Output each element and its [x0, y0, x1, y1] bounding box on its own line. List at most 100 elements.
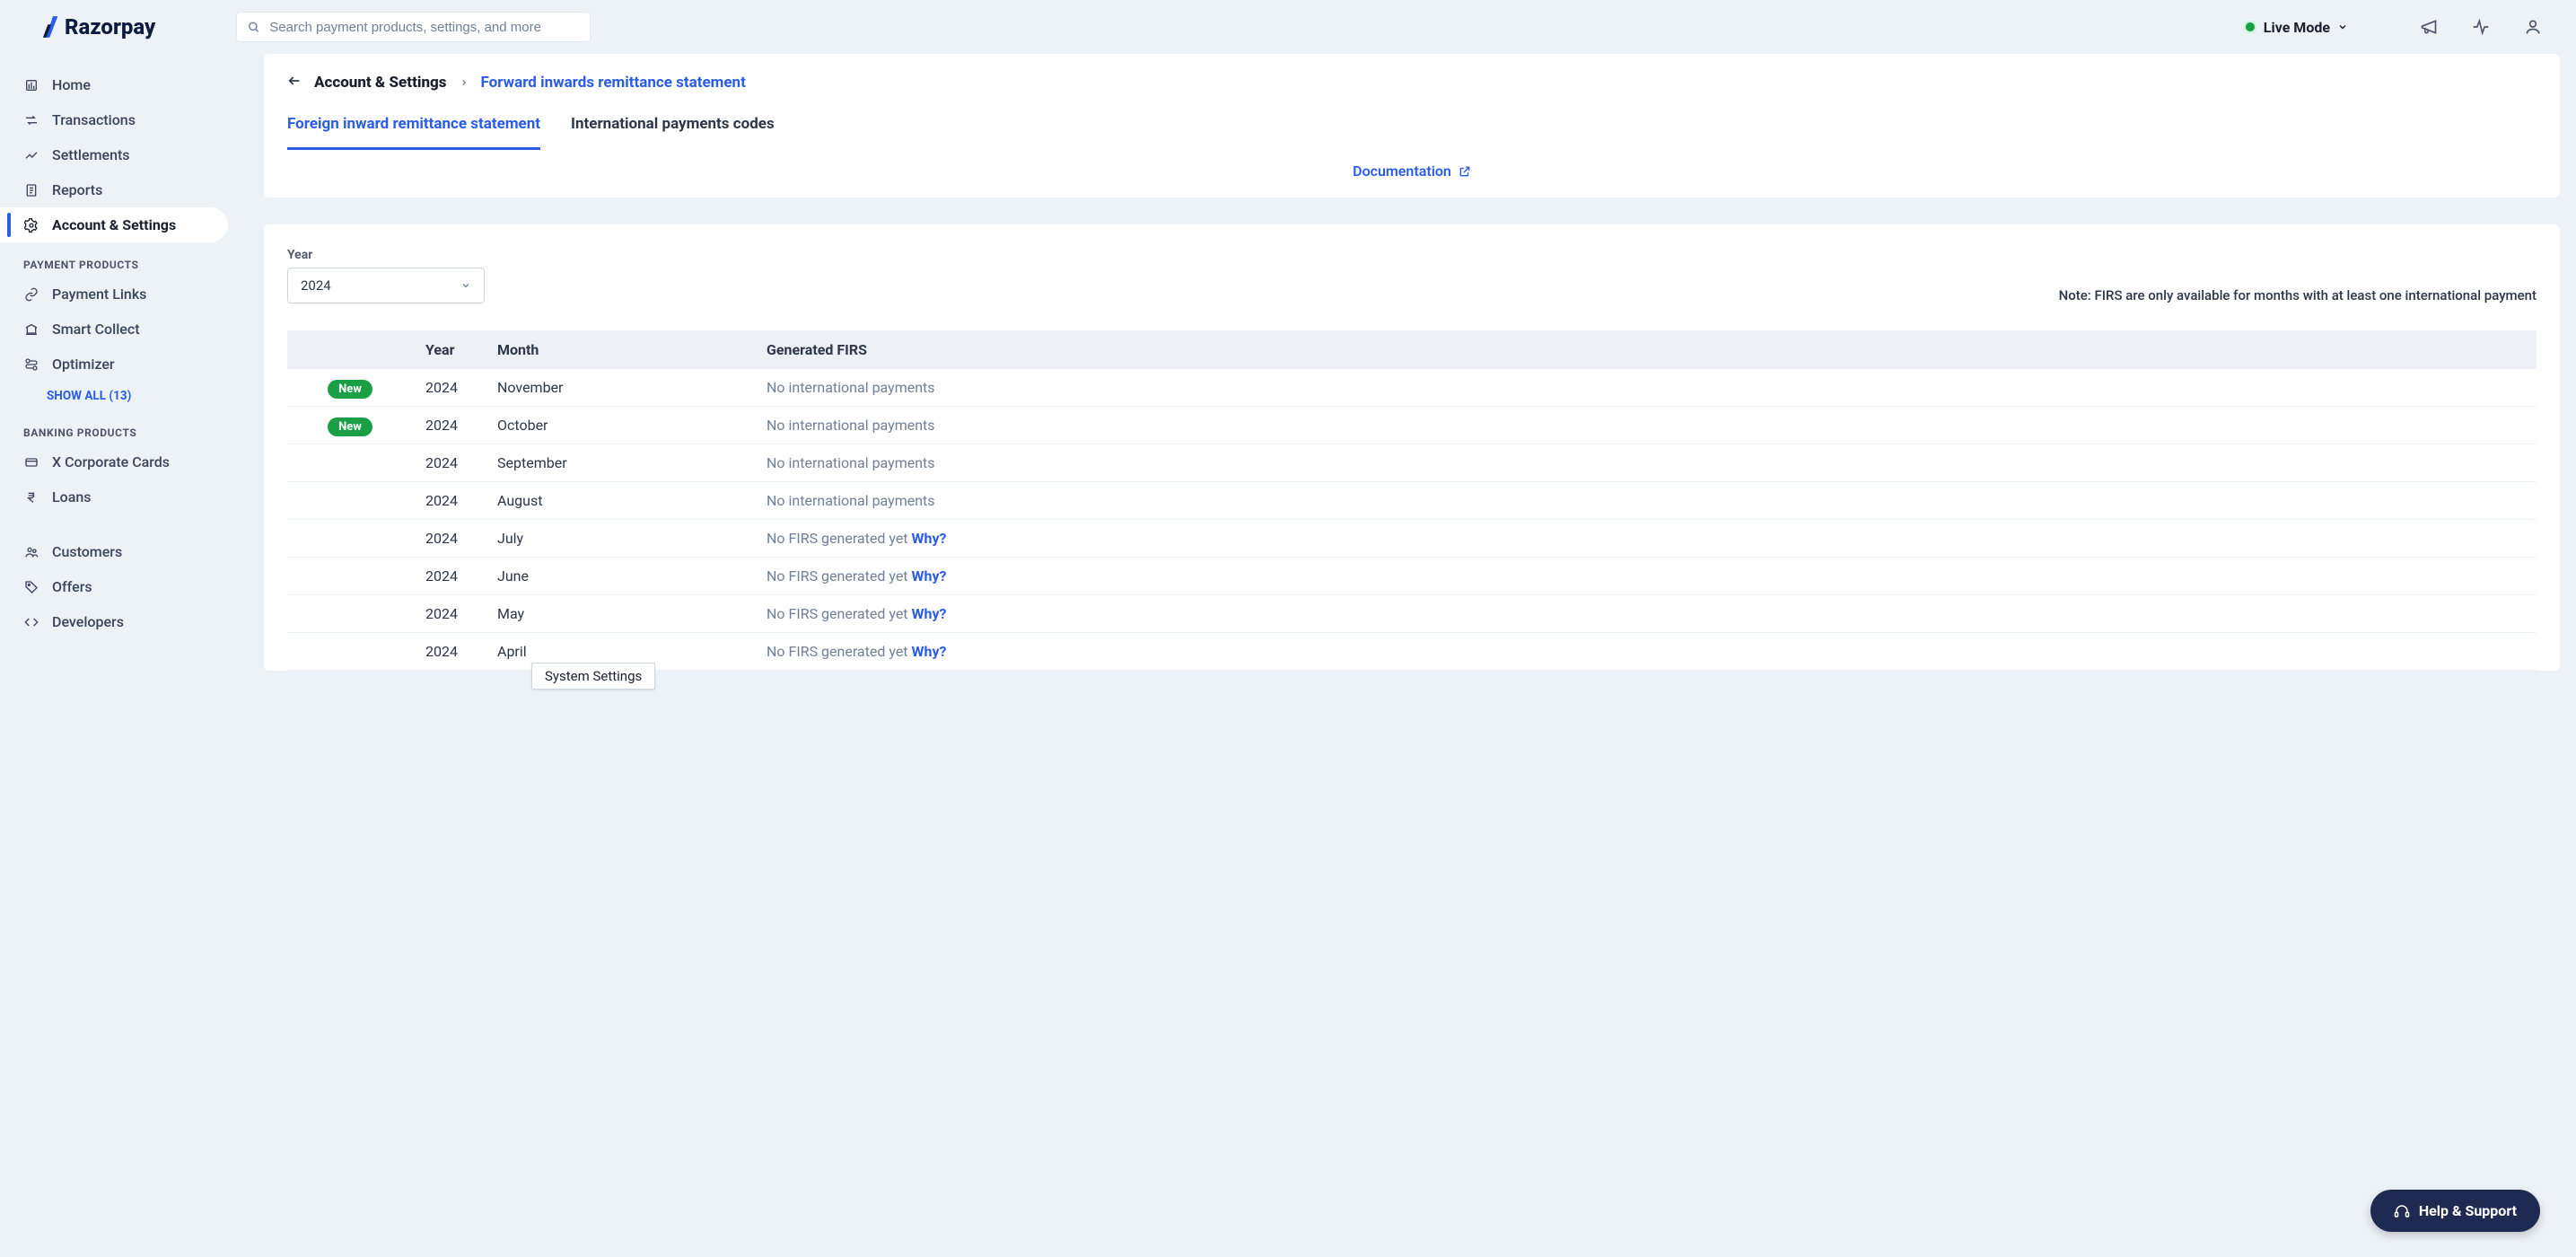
sidebar-item-optimizer[interactable]: Optimizer	[0, 347, 264, 382]
cell-month: October	[485, 407, 754, 444]
sidebar-item-label: Loans	[52, 488, 91, 505]
main-content: Account & Settings Forward inwards remit…	[264, 0, 2576, 1257]
sidebar-item-payment-links[interactable]: Payment Links	[0, 277, 264, 312]
settlements-icon	[23, 147, 39, 163]
user-icon	[2524, 18, 2542, 36]
status-text: No FIRS generated yet	[767, 605, 912, 622]
megaphone-icon	[2420, 18, 2438, 36]
why-link[interactable]: Why?	[912, 567, 947, 585]
table-row: 2024JulyNo FIRS generated yet Why?	[287, 520, 2537, 558]
customers-icon	[23, 544, 39, 560]
firs-note: Note: FIRS are only available for months…	[2059, 287, 2537, 303]
topbar: Razorpay Live Mode	[0, 0, 2576, 54]
tab-bar: Foreign inward remittance statement Inte…	[287, 115, 2537, 150]
link-icon	[23, 286, 39, 303]
new-badge: New	[328, 418, 372, 436]
sidebar-item-label: Customers	[52, 543, 122, 560]
col-badge-header	[287, 330, 413, 369]
sidebar-section-payment-products: PAYMENT PRODUCTS	[0, 242, 264, 277]
brand-name: Razorpay	[65, 14, 155, 40]
sidebar-item-settlements[interactable]: Settlements	[0, 137, 264, 172]
help-support-button[interactable]: Help & Support	[2370, 1190, 2540, 1232]
razorpay-logo-icon	[41, 14, 61, 40]
breadcrumb-root[interactable]: Account & Settings	[314, 74, 447, 92]
cell-year: 2024	[413, 444, 485, 482]
cell-year: 2024	[413, 633, 485, 671]
profile-button[interactable]	[2515, 9, 2551, 45]
show-all-payment-products[interactable]: SHOW ALL (13)	[0, 382, 264, 410]
cell-month: August	[485, 482, 754, 520]
documentation-label: Documentation	[1353, 163, 1451, 180]
cell-generated: No FIRS generated yet Why?	[754, 558, 2537, 595]
cell-generated: No FIRS generated yet Why?	[754, 520, 2537, 558]
status-text: No FIRS generated yet	[767, 530, 912, 547]
table-row: 2024AugustNo international payments	[287, 482, 2537, 520]
cell-year: 2024	[413, 520, 485, 558]
search-input[interactable]	[269, 20, 579, 35]
sidebar-item-label: Transactions	[52, 111, 136, 128]
card-icon	[23, 454, 39, 470]
help-support-label: Help & Support	[2419, 1202, 2517, 1219]
year-select[interactable]: 2024	[287, 268, 485, 303]
tab-firs[interactable]: Foreign inward remittance statement	[287, 115, 540, 150]
col-month-header: Month	[485, 330, 754, 369]
sidebar-item-label: Payment Links	[52, 286, 146, 303]
cell-year: 2024	[413, 407, 485, 444]
year-select-value: 2024	[301, 277, 331, 294]
cell-generated: No international payments	[754, 482, 2537, 520]
rupee-icon	[23, 489, 39, 505]
status-text: No international payments	[767, 492, 935, 509]
tab-intl-codes[interactable]: International payments codes	[571, 115, 775, 150]
table-row: 2024MayNo FIRS generated yet Why?	[287, 595, 2537, 633]
mode-toggle[interactable]: Live Mode	[2244, 19, 2348, 36]
sidebar-item-label: Home	[52, 76, 91, 93]
col-generated-header: Generated FIRS	[754, 330, 2537, 369]
sidebar-item-developers[interactable]: Developers	[0, 604, 264, 639]
reports-icon	[23, 182, 39, 198]
sidebar-item-label: Optimizer	[52, 356, 115, 373]
headset-icon	[2394, 1203, 2410, 1219]
gear-icon	[23, 217, 39, 233]
sidebar-item-smart-collect[interactable]: Smart Collect	[0, 312, 264, 347]
sidebar-item-offers[interactable]: Offers	[0, 569, 264, 604]
external-link-icon	[1459, 165, 1471, 178]
announcements-button[interactable]	[2411, 9, 2447, 45]
sidebar-item-label: Settlements	[52, 146, 130, 163]
sidebar-item-account-settings[interactable]: Account & Settings	[0, 207, 228, 242]
page-header-card: Account & Settings Forward inwards remit…	[264, 54, 2560, 198]
sidebar-item-corporate-cards[interactable]: X Corporate Cards	[0, 444, 264, 479]
new-badge: New	[328, 380, 372, 399]
why-link[interactable]: Why?	[912, 643, 947, 660]
cell-year: 2024	[413, 558, 485, 595]
chevron-down-icon	[2337, 22, 2348, 32]
status-text: No FIRS generated yet	[767, 643, 912, 660]
global-search[interactable]	[236, 12, 591, 42]
sidebar-item-label: Developers	[52, 613, 124, 630]
sidebar-item-customers[interactable]: Customers	[0, 534, 264, 569]
system-settings-tooltip: System Settings	[531, 663, 655, 690]
cell-month: June	[485, 558, 754, 595]
sidebar-item-loans[interactable]: Loans	[0, 479, 264, 514]
why-link[interactable]: Why?	[912, 530, 947, 547]
sidebar-item-label: Account & Settings	[52, 216, 176, 233]
activity-icon	[2472, 18, 2490, 36]
sidebar-item-home[interactable]: Home	[0, 67, 264, 102]
year-filter-label: Year	[287, 248, 485, 262]
status-text: No international payments	[767, 417, 935, 434]
optimizer-icon	[23, 356, 39, 373]
documentation-link[interactable]: Documentation	[1353, 163, 1471, 180]
back-button[interactable]	[287, 74, 302, 92]
firs-body-card: Year 2024 Note: FIRS are only available …	[264, 224, 2560, 671]
col-year-header: Year	[413, 330, 485, 369]
sidebar-item-label: Reports	[52, 181, 102, 198]
cell-month: September	[485, 444, 754, 482]
sidebar-item-transactions[interactable]: Transactions	[0, 102, 264, 137]
sidebar-section-banking-products: BANKING PRODUCTS	[0, 410, 264, 444]
cell-year: 2024	[413, 595, 485, 633]
brand-logo[interactable]: Razorpay	[41, 14, 155, 40]
activity-button[interactable]	[2463, 9, 2499, 45]
breadcrumb-current[interactable]: Forward inwards remittance statement	[481, 74, 746, 92]
sidebar-item-reports[interactable]: Reports	[0, 172, 264, 207]
sidebar-item-label: X Corporate Cards	[52, 453, 170, 470]
why-link[interactable]: Why?	[912, 605, 947, 622]
